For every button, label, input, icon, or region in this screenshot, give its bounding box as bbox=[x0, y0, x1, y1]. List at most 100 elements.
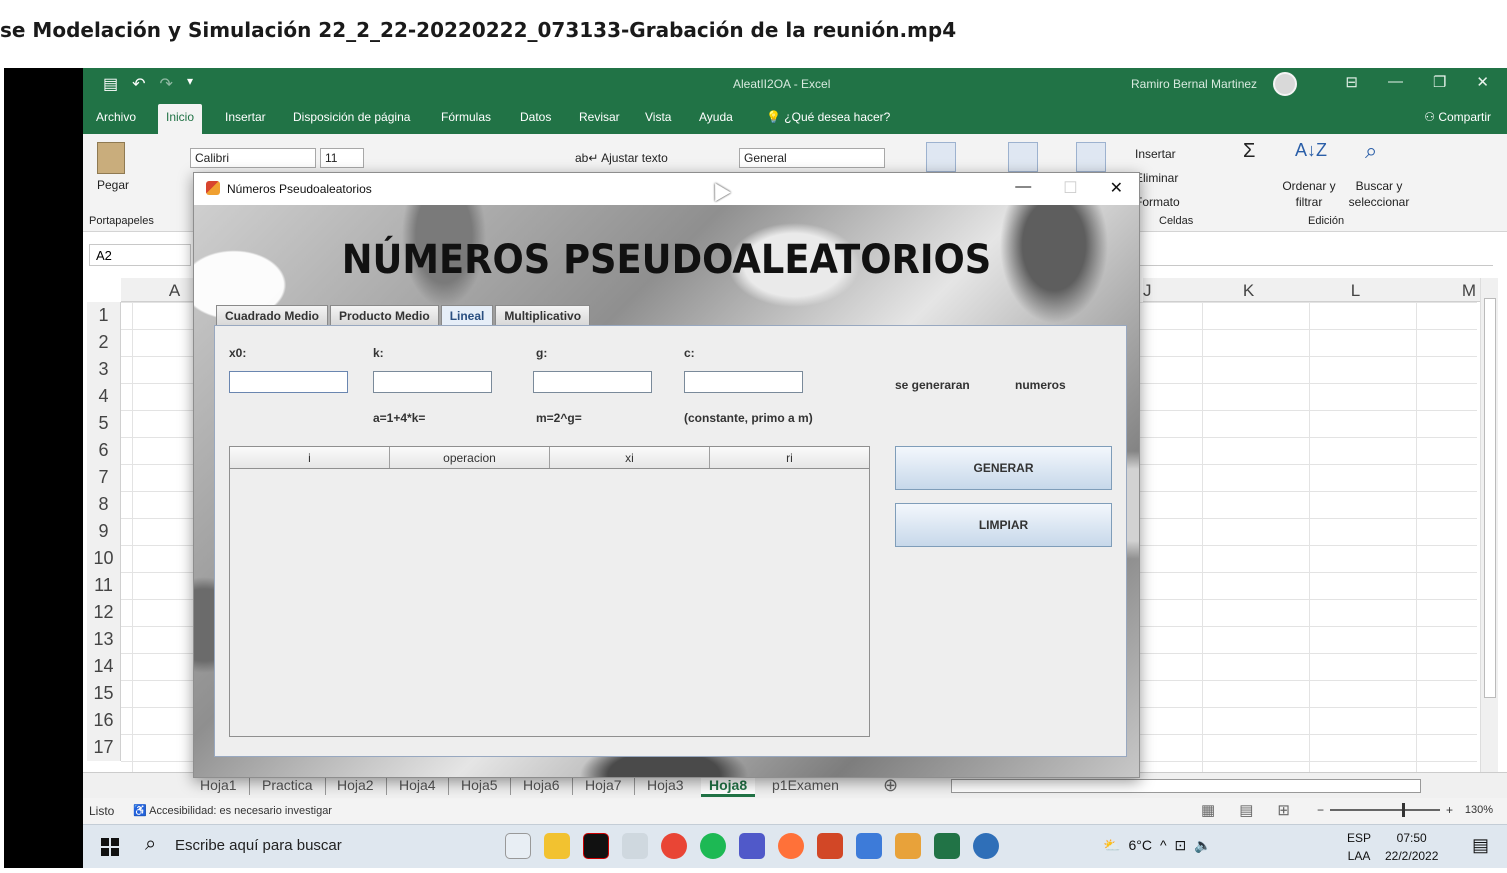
weather-temp[interactable]: 6°C bbox=[1128, 837, 1152, 854]
cell-styles-icon[interactable] bbox=[1076, 142, 1106, 172]
row-header[interactable]: 13 bbox=[87, 626, 121, 653]
x0-input[interactable] bbox=[229, 371, 348, 393]
c-input[interactable] bbox=[684, 371, 803, 393]
font-size-select[interactable]: 11 bbox=[320, 148, 364, 168]
undo-icon[interactable]: ↶ bbox=[132, 74, 145, 94]
column-header-xi[interactable]: xi bbox=[550, 447, 710, 468]
zoom-track[interactable] bbox=[1330, 803, 1441, 817]
zoom-knob[interactable] bbox=[1402, 803, 1406, 817]
close-icon[interactable]: ✕ bbox=[1476, 73, 1489, 91]
horizontal-scrollbar[interactable] bbox=[951, 779, 1421, 793]
autosum-icon[interactable]: Σ bbox=[1243, 140, 1255, 163]
row-header[interactable]: 5 bbox=[87, 410, 121, 437]
taskbar-search-input[interactable]: Escribe aquí para buscar bbox=[175, 837, 342, 854]
row-header[interactable]: 17 bbox=[87, 734, 121, 761]
sheet-tab[interactable]: p1Examen bbox=[772, 777, 839, 793]
tab-inicio[interactable]: Inicio bbox=[158, 104, 203, 134]
conditional-format-icon[interactable] bbox=[926, 142, 956, 172]
app-icon[interactable] bbox=[622, 833, 648, 859]
powerpoint-icon[interactable] bbox=[817, 833, 843, 859]
chrome-icon[interactable] bbox=[661, 833, 687, 859]
sheet-tab[interactable]: Hoja1 bbox=[200, 777, 237, 793]
customize-qat-icon[interactable]: ▾ bbox=[187, 74, 193, 94]
find-select-button[interactable]: Buscar y seleccionar bbox=[1339, 178, 1419, 210]
row-header[interactable]: 14 bbox=[87, 653, 121, 680]
formula-bar[interactable] bbox=[1139, 244, 1493, 266]
scrollbar-thumb[interactable] bbox=[1484, 298, 1496, 698]
generate-button[interactable]: GENERAR bbox=[895, 446, 1112, 490]
row-header[interactable]: 2 bbox=[87, 329, 121, 356]
column-header-i[interactable]: i bbox=[230, 447, 390, 468]
row-header[interactable]: 16 bbox=[87, 707, 121, 734]
delete-cells-button[interactable]: Eliminar bbox=[1135, 166, 1180, 190]
sort-filter-button[interactable]: Ordenar y filtrar bbox=[1279, 178, 1339, 210]
page-break-icon[interactable]: ⊞ bbox=[1277, 801, 1290, 819]
row-header[interactable]: 9 bbox=[87, 518, 121, 545]
number-format-select[interactable]: General bbox=[739, 148, 885, 168]
restore-icon[interactable]: ❐ bbox=[1433, 73, 1446, 91]
name-box[interactable]: A2 bbox=[89, 244, 191, 266]
row-header[interactable]: 1 bbox=[87, 302, 121, 329]
tab-revisar[interactable]: Revisar bbox=[579, 110, 620, 124]
sheet-tab[interactable]: Hoja3 bbox=[647, 777, 684, 793]
close-icon[interactable]: ✕ bbox=[1110, 178, 1123, 198]
column-header-m[interactable]: M bbox=[1409, 278, 1480, 302]
ribbon-display-icon[interactable]: ⊟ bbox=[1345, 73, 1358, 91]
tab-datos[interactable]: Datos bbox=[520, 110, 551, 124]
insert-cells-button[interactable]: Insertar bbox=[1135, 142, 1180, 166]
sheet-tab[interactable]: Practica bbox=[262, 777, 313, 793]
results-table[interactable]: i operacion xi ri bbox=[229, 446, 870, 737]
zoom-in-icon[interactable]: + bbox=[1446, 803, 1453, 817]
tab-insertar[interactable]: Insertar bbox=[225, 110, 266, 124]
excel-icon[interactable] bbox=[934, 833, 960, 859]
paste-label[interactable]: Pegar bbox=[97, 178, 129, 192]
sheet-tab[interactable]: Hoja5 bbox=[461, 777, 498, 793]
chevron-up-icon[interactable]: ^ bbox=[1160, 837, 1167, 854]
add-sheet-icon[interactable]: ⊕ bbox=[883, 775, 898, 796]
weather-icon[interactable]: ⛅ bbox=[1103, 837, 1120, 854]
notifications-icon[interactable]: ▤ bbox=[1472, 835, 1489, 856]
column-header-j[interactable]: J bbox=[1143, 278, 1195, 302]
sheet-tab[interactable]: Hoja4 bbox=[399, 777, 436, 793]
g-input[interactable] bbox=[533, 371, 652, 393]
row-header[interactable]: 12 bbox=[87, 599, 121, 626]
row-header[interactable]: 15 bbox=[87, 680, 121, 707]
task-view-icon[interactable] bbox=[505, 833, 531, 859]
netflix-icon[interactable] bbox=[583, 833, 609, 859]
avatar[interactable] bbox=[1273, 72, 1297, 96]
accessibility-status[interactable]: ♿ Accesibilidad: es necesario investigar bbox=[133, 804, 332, 817]
file-explorer-icon[interactable] bbox=[544, 833, 570, 859]
paste-icon[interactable] bbox=[97, 142, 125, 174]
zoom-slider[interactable]: − + bbox=[1317, 803, 1453, 817]
row-header[interactable]: 8 bbox=[87, 491, 121, 518]
column-header-l[interactable]: L bbox=[1302, 278, 1409, 302]
sheet-tab[interactable]: Hoja6 bbox=[523, 777, 560, 793]
font-name-select[interactable]: Calibri bbox=[190, 148, 316, 168]
sort-filter-icon[interactable]: A↓Z bbox=[1295, 140, 1327, 161]
tab-archivo[interactable]: Archivo bbox=[96, 110, 136, 124]
save-icon[interactable]: ▤ bbox=[103, 74, 118, 94]
windows-start-icon[interactable] bbox=[101, 838, 119, 856]
clock[interactable]: 07:50 22/2/2022 bbox=[1385, 829, 1438, 865]
row-header[interactable]: 11 bbox=[87, 572, 121, 599]
column-header-ri[interactable]: ri bbox=[710, 447, 869, 468]
sheet-tab[interactable]: Hoja7 bbox=[585, 777, 622, 793]
zoom-out-icon[interactable]: − bbox=[1317, 803, 1324, 817]
zoom-level[interactable]: 130% bbox=[1465, 804, 1493, 816]
spotify-icon[interactable] bbox=[700, 833, 726, 859]
tab-lineal[interactable]: Lineal bbox=[440, 305, 494, 325]
help-icon[interactable] bbox=[973, 833, 999, 859]
format-as-table-icon[interactable] bbox=[1008, 142, 1038, 172]
tab-multiplicativo[interactable]: Multiplicativo bbox=[495, 305, 591, 325]
row-header[interactable]: 6 bbox=[87, 437, 121, 464]
page-layout-icon[interactable]: ▤ bbox=[1239, 801, 1253, 819]
calendar-icon[interactable] bbox=[856, 833, 882, 859]
minimize-icon[interactable]: — bbox=[1015, 178, 1031, 198]
normal-view-icon[interactable]: ▦ bbox=[1201, 801, 1215, 819]
row-header[interactable]: 10 bbox=[87, 545, 121, 572]
share-button[interactable]: ⚇ Compartir bbox=[1424, 110, 1491, 124]
search-icon[interactable]: ⌕ bbox=[145, 833, 156, 856]
tab-formulas[interactable]: Fórmulas bbox=[441, 110, 491, 124]
tab-cuadrado-medio[interactable]: Cuadrado Medio bbox=[216, 305, 329, 325]
tab-vista[interactable]: Vista bbox=[645, 110, 671, 124]
